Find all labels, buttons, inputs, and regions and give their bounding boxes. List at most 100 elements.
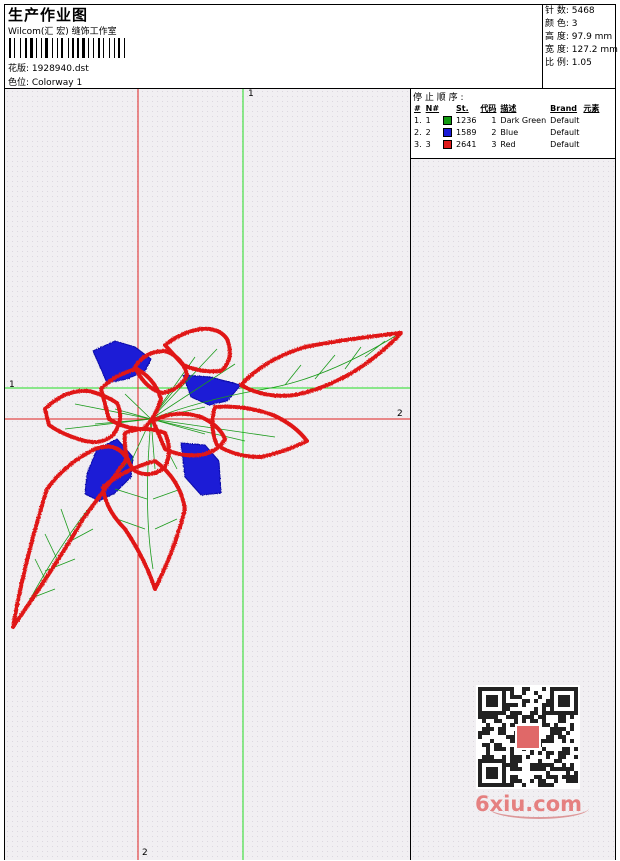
barcode-bar [12, 38, 13, 58]
barcode-bar [57, 38, 58, 58]
qr-module [542, 703, 546, 707]
qr-module [502, 755, 506, 759]
row-swatch [441, 114, 454, 126]
barcode-bar [61, 38, 63, 58]
qr-module [486, 723, 490, 727]
qr-module [562, 751, 566, 755]
qr-module [506, 763, 510, 767]
row-element [581, 138, 601, 150]
barcode-bar [82, 38, 85, 58]
qr-module [574, 747, 578, 751]
barcode [9, 38, 145, 58]
qr-module [558, 715, 562, 719]
col-header: St. [454, 102, 478, 114]
qr-module [482, 727, 486, 731]
qr-module [498, 731, 502, 735]
row-needle: 1 [424, 114, 441, 126]
qr-module [518, 695, 522, 699]
col-header: 元素 [581, 102, 601, 114]
qr-module [546, 783, 550, 787]
design-canvas [5, 89, 410, 860]
barcode-bar [49, 38, 51, 58]
col-header: Brand [548, 102, 581, 114]
qr-module [510, 755, 514, 759]
qr-module [534, 691, 538, 695]
qr-module [534, 767, 538, 771]
qr-module [542, 687, 546, 691]
design-scale: 比 例: 1.05 [545, 57, 615, 70]
qr-module [554, 767, 558, 771]
qr-module [510, 759, 514, 763]
qr-module [570, 767, 574, 771]
barcode-bar [121, 38, 123, 58]
barcode-bar [45, 38, 48, 58]
qr-module [522, 687, 526, 691]
qr-module [486, 715, 490, 719]
qr-module [566, 751, 570, 755]
qr-module [486, 751, 490, 755]
col-header [441, 102, 454, 114]
qr-module [546, 699, 550, 703]
barcode-bar [34, 38, 35, 58]
qr-module [502, 747, 506, 751]
qr-finder [558, 695, 570, 707]
qr-module [498, 719, 502, 723]
qr-module [486, 755, 490, 759]
qr-module [514, 759, 518, 763]
qr-module [542, 783, 546, 787]
qr-module [562, 715, 566, 719]
qr-module [522, 699, 526, 703]
color-count: 颜 色: 3 [545, 18, 615, 31]
barcode-bar [95, 38, 97, 58]
barcode-bar [68, 38, 69, 58]
qr-module [510, 715, 514, 719]
qr-module [534, 699, 538, 703]
embroidery-preview [5, 89, 410, 860]
qr-module [562, 747, 566, 751]
qr-module [510, 695, 514, 699]
qr-module [490, 715, 494, 719]
barcode-bar [72, 38, 74, 58]
qr-module [486, 727, 490, 731]
barcode-bar [20, 38, 21, 58]
qr-module [478, 731, 482, 735]
qr-module [530, 719, 534, 723]
qr-module [530, 763, 534, 767]
qr-module [538, 715, 542, 719]
barcode-bar [30, 38, 33, 58]
barcode-bar [118, 38, 120, 58]
qr-module [534, 775, 538, 779]
qr-module [542, 747, 546, 751]
qr-module [562, 727, 566, 731]
qr-module [562, 763, 566, 767]
qr-module [542, 707, 546, 711]
qr-module [546, 751, 550, 755]
qr-module [502, 723, 506, 727]
qr-module [546, 763, 550, 767]
qr-module [554, 727, 558, 731]
qr-module [566, 731, 570, 735]
qr-module [526, 715, 530, 719]
qr-module [510, 723, 514, 727]
qr-module [514, 695, 518, 699]
design-file: 花版: 1928940.dst [8, 61, 89, 74]
qr-module [482, 755, 486, 759]
qr-module [574, 775, 578, 779]
table-row: 1.112361Dark GreenDefault [412, 114, 601, 126]
qr-module [574, 755, 578, 759]
row-brand: Default [548, 138, 581, 150]
qr-module [526, 699, 530, 703]
qr-module [562, 775, 566, 779]
qr-module [550, 775, 554, 779]
qr-module [530, 711, 534, 715]
row-description: Dark Green [498, 114, 548, 126]
row-index: 3. [412, 138, 424, 150]
qr-module [498, 743, 502, 747]
qr-module [558, 735, 562, 739]
barcode-bar [70, 38, 71, 58]
qr-module [498, 727, 502, 731]
barcode-bar [52, 38, 53, 58]
design-height: 高 度: 97.9 mm [545, 31, 615, 44]
qr-module [562, 735, 566, 739]
qr-module [554, 731, 558, 735]
